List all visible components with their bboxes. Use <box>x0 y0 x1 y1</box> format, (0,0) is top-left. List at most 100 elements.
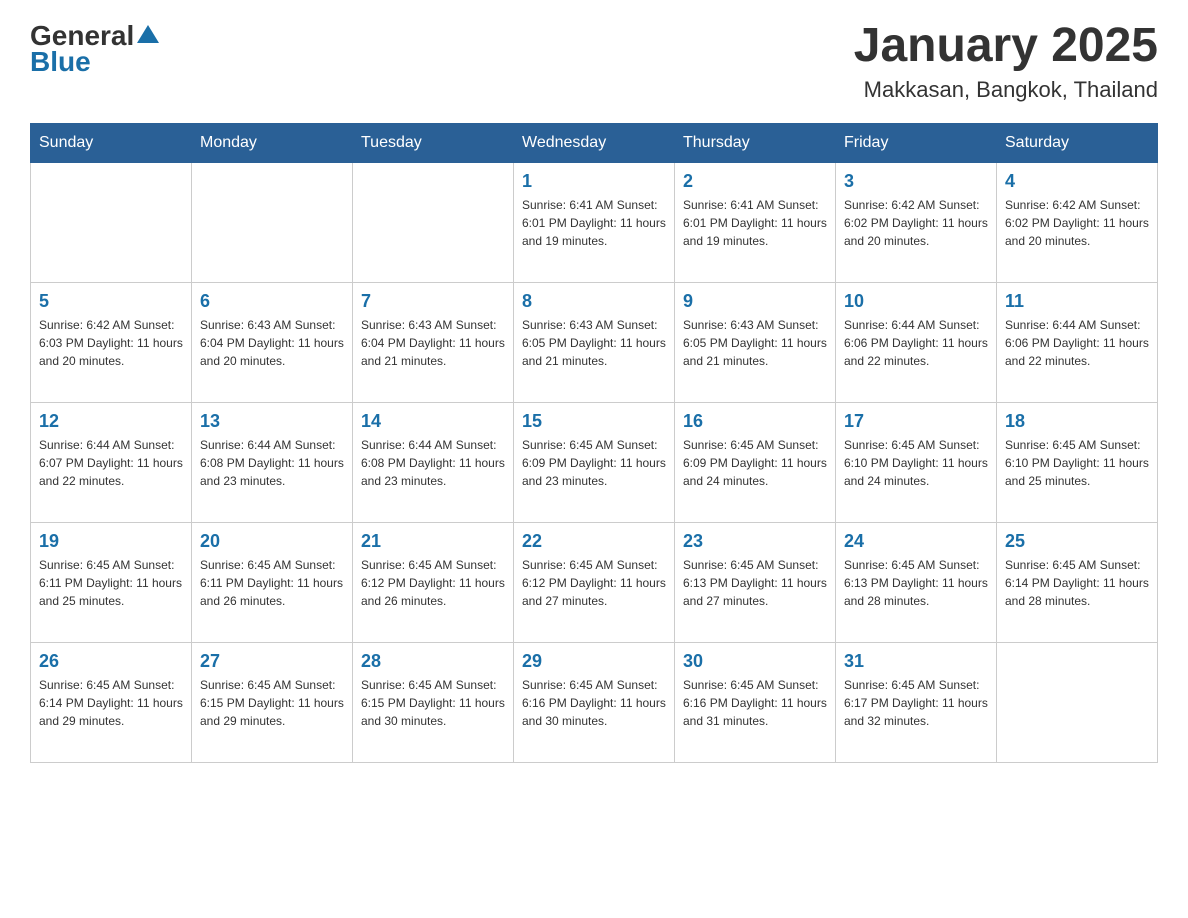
day-cell-5: 5 Sunrise: 6:42 AM Sunset: 6:03 PM Daylig… <box>31 282 192 402</box>
day-info: Sunrise: 6:44 AM Sunset: 6:06 PM Dayligh… <box>1005 316 1149 370</box>
day-info: Sunrise: 6:45 AM Sunset: 6:14 PM Dayligh… <box>1005 556 1149 610</box>
day-number: 25 <box>1005 531 1149 552</box>
empty-cell <box>192 162 353 282</box>
day-cell-30: 30 Sunrise: 6:45 AM Sunset: 6:16 PM Dayli… <box>675 642 836 762</box>
day-info: Sunrise: 6:45 AM Sunset: 6:09 PM Dayligh… <box>683 436 827 490</box>
week-row-0: 1 Sunrise: 6:41 AM Sunset: 6:01 PM Daylig… <box>31 162 1158 282</box>
day-info: Sunrise: 6:45 AM Sunset: 6:14 PM Dayligh… <box>39 676 183 730</box>
day-number: 30 <box>683 651 827 672</box>
day-info: Sunrise: 6:44 AM Sunset: 6:08 PM Dayligh… <box>200 436 344 490</box>
day-cell-8: 8 Sunrise: 6:43 AM Sunset: 6:05 PM Daylig… <box>514 282 675 402</box>
day-number: 8 <box>522 291 666 312</box>
weekday-header-sunday: Sunday <box>31 123 192 162</box>
day-cell-9: 9Sunrise: 6:43 AM Sunset: 6:05 PM Daylig… <box>675 282 836 402</box>
day-number: 23 <box>683 531 827 552</box>
day-info: Sunrise: 6:45 AM Sunset: 6:09 PM Dayligh… <box>522 436 666 490</box>
day-info: Sunrise: 6:45 AM Sunset: 6:12 PM Dayligh… <box>361 556 505 610</box>
day-cell-2: 2 Sunrise: 6:41 AM Sunset: 6:01 PM Daylig… <box>675 162 836 282</box>
day-cell-25: 25 Sunrise: 6:45 AM Sunset: 6:14 PM Dayli… <box>997 522 1158 642</box>
weekday-header-thursday: Thursday <box>675 123 836 162</box>
day-number: 29 <box>522 651 666 672</box>
logo-triangle-icon <box>137 23 159 45</box>
day-cell-15: 15Sunrise: 6:45 AM Sunset: 6:09 PM Dayli… <box>514 402 675 522</box>
day-cell-10: 10Sunrise: 6:44 AM Sunset: 6:06 PM Dayli… <box>836 282 997 402</box>
week-row-3: 19 Sunrise: 6:45 AM Sunset: 6:11 PM Dayli… <box>31 522 1158 642</box>
day-cell-6: 6 Sunrise: 6:43 AM Sunset: 6:04 PM Daylig… <box>192 282 353 402</box>
day-number: 31 <box>844 651 988 672</box>
day-number: 3 <box>844 171 988 192</box>
logo: General Blue <box>30 20 159 78</box>
day-cell-23: 23Sunrise: 6:45 AM Sunset: 6:13 PM Dayli… <box>675 522 836 642</box>
day-number: 27 <box>200 651 344 672</box>
empty-cell <box>353 162 514 282</box>
day-info: Sunrise: 6:45 AM Sunset: 6:12 PM Dayligh… <box>522 556 666 610</box>
day-info: Sunrise: 6:45 AM Sunset: 6:10 PM Dayligh… <box>844 436 988 490</box>
day-info: Sunrise: 6:45 AM Sunset: 6:17 PM Dayligh… <box>844 676 988 730</box>
weekday-header-row: SundayMondayTuesdayWednesdayThursdayFrid… <box>31 123 1158 162</box>
month-title: January 2025 <box>854 20 1158 73</box>
title-section: January 2025 Makkasan, Bangkok, Thailand <box>854 20 1158 103</box>
day-number: 12 <box>39 411 183 432</box>
day-cell-24: 24Sunrise: 6:45 AM Sunset: 6:13 PM Dayli… <box>836 522 997 642</box>
day-number: 11 <box>1005 291 1149 312</box>
day-info: Sunrise: 6:43 AM Sunset: 6:05 PM Dayligh… <box>522 316 666 370</box>
weekday-header-friday: Friday <box>836 123 997 162</box>
day-info: Sunrise: 6:41 AM Sunset: 6:01 PM Dayligh… <box>522 196 666 250</box>
day-info: Sunrise: 6:44 AM Sunset: 6:07 PM Dayligh… <box>39 436 183 490</box>
week-row-1: 5 Sunrise: 6:42 AM Sunset: 6:03 PM Daylig… <box>31 282 1158 402</box>
day-number: 16 <box>683 411 827 432</box>
day-cell-7: 7 Sunrise: 6:43 AM Sunset: 6:04 PM Daylig… <box>353 282 514 402</box>
day-cell-11: 11 Sunrise: 6:44 AM Sunset: 6:06 PM Dayli… <box>997 282 1158 402</box>
day-info: Sunrise: 6:41 AM Sunset: 6:01 PM Dayligh… <box>683 196 827 250</box>
weekday-header-saturday: Saturday <box>997 123 1158 162</box>
day-number: 1 <box>522 171 666 192</box>
day-info: Sunrise: 6:42 AM Sunset: 6:03 PM Dayligh… <box>39 316 183 370</box>
day-info: Sunrise: 6:42 AM Sunset: 6:02 PM Dayligh… <box>844 196 988 250</box>
day-cell-20: 20 Sunrise: 6:45 AM Sunset: 6:11 PM Dayli… <box>192 522 353 642</box>
day-info: Sunrise: 6:45 AM Sunset: 6:11 PM Dayligh… <box>200 556 344 610</box>
day-number: 26 <box>39 651 183 672</box>
day-info: Sunrise: 6:45 AM Sunset: 6:11 PM Dayligh… <box>39 556 183 610</box>
day-number: 7 <box>361 291 505 312</box>
day-number: 22 <box>522 531 666 552</box>
day-cell-12: 12 Sunrise: 6:44 AM Sunset: 6:07 PM Dayli… <box>31 402 192 522</box>
day-cell-16: 16 Sunrise: 6:45 AM Sunset: 6:09 PM Dayli… <box>675 402 836 522</box>
weekday-header-monday: Monday <box>192 123 353 162</box>
day-cell-14: 14 Sunrise: 6:44 AM Sunset: 6:08 PM Dayli… <box>353 402 514 522</box>
day-cell-31: 31 Sunrise: 6:45 AM Sunset: 6:17 PM Dayli… <box>836 642 997 762</box>
day-cell-27: 27Sunrise: 6:45 AM Sunset: 6:15 PM Dayli… <box>192 642 353 762</box>
day-number: 6 <box>200 291 344 312</box>
day-cell-21: 21Sunrise: 6:45 AM Sunset: 6:12 PM Dayli… <box>353 522 514 642</box>
empty-cell <box>997 642 1158 762</box>
day-number: 9 <box>683 291 827 312</box>
day-number: 14 <box>361 411 505 432</box>
day-number: 19 <box>39 531 183 552</box>
day-number: 5 <box>39 291 183 312</box>
day-info: Sunrise: 6:43 AM Sunset: 6:04 PM Dayligh… <box>200 316 344 370</box>
day-info: Sunrise: 6:44 AM Sunset: 6:08 PM Dayligh… <box>361 436 505 490</box>
day-info: Sunrise: 6:42 AM Sunset: 6:02 PM Dayligh… <box>1005 196 1149 250</box>
day-cell-22: 22 Sunrise: 6:45 AM Sunset: 6:12 PM Dayli… <box>514 522 675 642</box>
empty-cell <box>31 162 192 282</box>
day-cell-18: 18 Sunrise: 6:45 AM Sunset: 6:10 PM Dayli… <box>997 402 1158 522</box>
week-row-2: 12 Sunrise: 6:44 AM Sunset: 6:07 PM Dayli… <box>31 402 1158 522</box>
day-info: Sunrise: 6:45 AM Sunset: 6:16 PM Dayligh… <box>683 676 827 730</box>
day-number: 28 <box>361 651 505 672</box>
week-row-4: 26 Sunrise: 6:45 AM Sunset: 6:14 PM Dayli… <box>31 642 1158 762</box>
day-cell-28: 28 Sunrise: 6:45 AM Sunset: 6:15 PM Dayli… <box>353 642 514 762</box>
day-number: 24 <box>844 531 988 552</box>
day-number: 18 <box>1005 411 1149 432</box>
day-info: Sunrise: 6:45 AM Sunset: 6:15 PM Dayligh… <box>361 676 505 730</box>
day-info: Sunrise: 6:43 AM Sunset: 6:04 PM Dayligh… <box>361 316 505 370</box>
page-header: General Blue January 2025 Makkasan, Bang… <box>30 20 1158 103</box>
day-number: 2 <box>683 171 827 192</box>
day-info: Sunrise: 6:45 AM Sunset: 6:10 PM Dayligh… <box>1005 436 1149 490</box>
day-number: 20 <box>200 531 344 552</box>
day-cell-19: 19 Sunrise: 6:45 AM Sunset: 6:11 PM Dayli… <box>31 522 192 642</box>
day-cell-13: 13Sunrise: 6:44 AM Sunset: 6:08 PM Dayli… <box>192 402 353 522</box>
day-cell-4: 4Sunrise: 6:42 AM Sunset: 6:02 PM Daylig… <box>997 162 1158 282</box>
day-info: Sunrise: 6:45 AM Sunset: 6:16 PM Dayligh… <box>522 676 666 730</box>
logo-blue: Blue <box>30 46 159 78</box>
day-number: 17 <box>844 411 988 432</box>
calendar-table: SundayMondayTuesdayWednesdayThursdayFrid… <box>30 123 1158 763</box>
